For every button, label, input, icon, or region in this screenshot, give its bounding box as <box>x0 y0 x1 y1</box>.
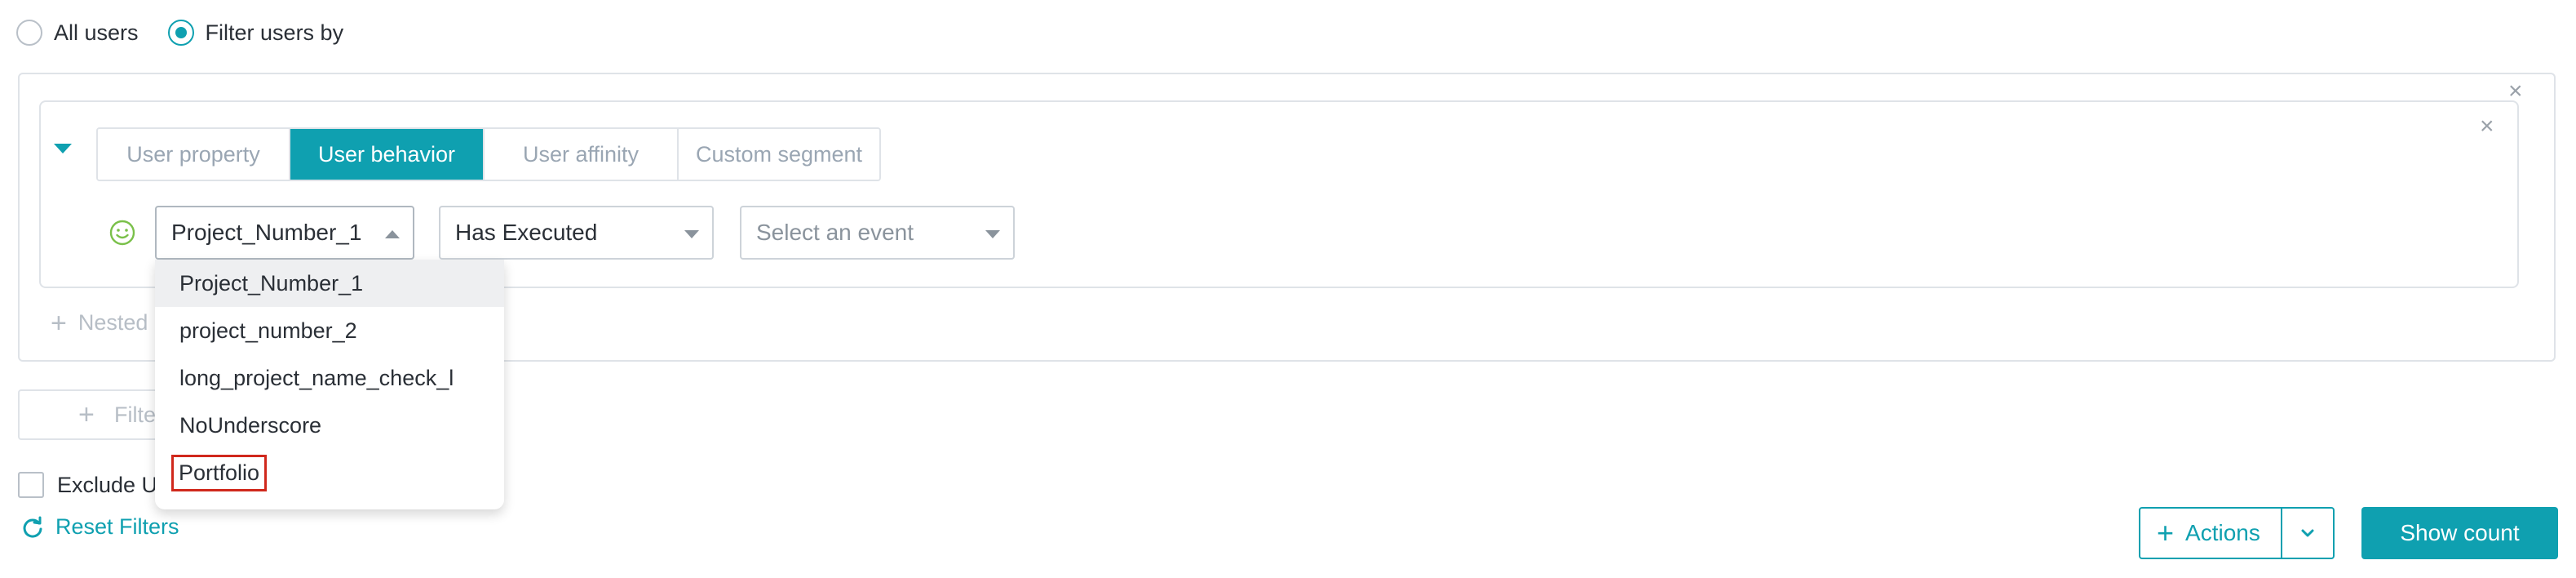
plus-icon: + <box>51 307 67 339</box>
dropdown-option[interactable]: Project_Number_1 <box>155 260 504 307</box>
project-select[interactable]: Project_Number_1 <box>155 206 414 260</box>
project-dropdown-menu: Project_Number_1 project_number_2 long_p… <box>155 260 504 509</box>
checkbox-box <box>18 472 44 498</box>
refresh-icon <box>23 516 42 538</box>
caret-down-icon <box>684 230 699 238</box>
plus-icon: + <box>2157 516 2175 549</box>
radio-circle <box>16 20 42 46</box>
filter-type-tabs: User property User behavior User affinit… <box>96 127 881 181</box>
tab-user-property[interactable]: User property <box>98 129 290 180</box>
caret-down-icon <box>985 230 1000 238</box>
tab-custom-segment[interactable]: Custom segment <box>679 129 879 180</box>
action-select[interactable]: Has Executed <box>439 206 714 260</box>
tab-user-affinity[interactable]: User affinity <box>485 129 679 180</box>
tab-user-behavior[interactable]: User behavior <box>290 129 485 180</box>
dropdown-option[interactable]: NoUnderscore <box>155 402 504 449</box>
actions-split-button: + Actions <box>2139 507 2335 559</box>
exclude-checkbox[interactable]: Exclude U <box>18 472 157 498</box>
reset-filters-link[interactable]: Reset Filters <box>21 514 179 540</box>
smiley-icon <box>109 220 135 246</box>
all-users-radio[interactable]: All users <box>16 20 139 46</box>
actions-button[interactable]: + Actions <box>2140 509 2282 558</box>
event-select-placeholder: Select an event <box>756 220 914 245</box>
nested-label: Nested <box>77 310 148 335</box>
filter-users-radio[interactable]: Filter users by <box>167 20 344 46</box>
action-select-value: Has Executed <box>455 220 598 245</box>
reset-filters-label: Reset Filters <box>55 514 179 539</box>
caret-up-icon <box>385 230 400 238</box>
radio-circle-selected <box>167 20 194 46</box>
dropdown-option[interactable]: project_number_2 <box>155 307 504 354</box>
chevron-down-icon <box>2301 529 2314 537</box>
all-users-label: All users <box>54 20 139 45</box>
close-icon[interactable]: × <box>2480 114 2494 139</box>
exclude-label: Exclude U <box>57 472 158 497</box>
actions-menu-button[interactable] <box>2282 509 2333 558</box>
filter-users-label: Filter users by <box>205 20 344 45</box>
dropdown-option-portfolio[interactable]: Portfolio <box>155 449 504 496</box>
show-count-button[interactable]: Show count <box>2361 507 2558 559</box>
plus-icon: + <box>78 399 95 430</box>
project-select-value: Project_Number_1 <box>171 220 362 245</box>
event-select[interactable]: Select an event <box>740 206 1015 260</box>
audience-radio-group: All users Filter users by <box>16 18 373 47</box>
actions-label: Actions <box>2185 520 2260 545</box>
dropdown-option[interactable]: long_project_name_check_l <box>155 354 504 402</box>
caret-down-icon[interactable] <box>54 144 72 153</box>
add-nested-filter-button[interactable]: + Nested <box>51 307 148 339</box>
